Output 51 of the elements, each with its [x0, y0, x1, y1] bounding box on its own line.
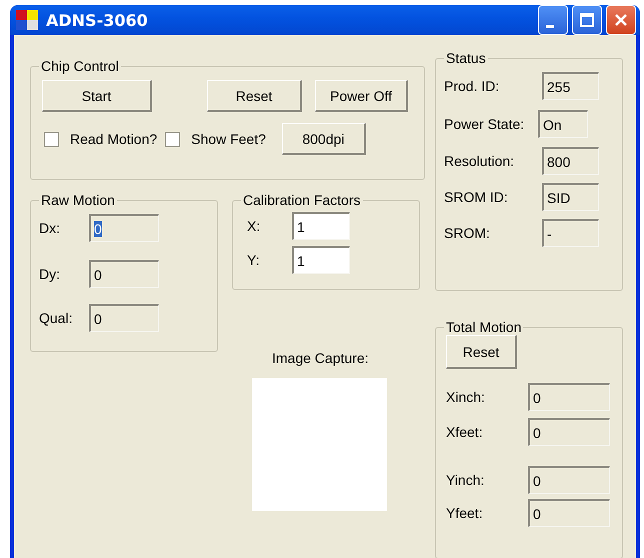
field-label: X: — [247, 218, 262, 234]
reset-button[interactable]: Reset — [446, 335, 517, 369]
minimize-icon — [546, 24, 554, 28]
field-label: Xfeet: — [446, 424, 484, 440]
text-field[interactable]: 0 — [89, 260, 159, 288]
image-capture-label: Image Capture: — [272, 350, 368, 366]
field-label: Dx: — [39, 220, 61, 236]
field-label: Prod. ID: — [444, 78, 500, 94]
close-button[interactable] — [606, 5, 636, 35]
group-title: Chip Control — [40, 58, 120, 74]
text-field[interactable]: 0 — [89, 214, 159, 242]
text-field[interactable]: 0 — [528, 466, 610, 494]
push-button[interactable]: Power Off — [315, 80, 408, 112]
group-title: Total Motion — [445, 319, 522, 335]
text-field[interactable]: 0 — [89, 304, 159, 332]
field-label: Dy: — [39, 266, 61, 282]
field-label: Power State: — [444, 116, 526, 132]
text-field[interactable]: 1 — [292, 246, 350, 274]
text-field[interactable]: On — [538, 110, 588, 138]
field-label: Xinch: — [446, 389, 486, 405]
text-field[interactable]: - — [542, 219, 599, 247]
push-button[interactable]: Start — [42, 80, 152, 112]
field-label: Yfeet: — [446, 505, 484, 521]
push-button[interactable]: Reset — [207, 80, 302, 112]
text-field[interactable]: 800 — [542, 147, 599, 175]
field-label: Resolution: — [444, 153, 516, 169]
text-field[interactable]: SID — [542, 183, 599, 211]
field-label: Y: — [247, 252, 260, 268]
text-field[interactable]: 0 — [528, 499, 610, 527]
group-title: Calibration Factors — [242, 192, 362, 208]
push-button[interactable]: 800dpi — [282, 123, 366, 155]
window-title: ADNS-3060 — [46, 10, 149, 30]
checkbox-label: Read Motion? — [70, 131, 158, 147]
text-field[interactable]: 255 — [542, 72, 599, 100]
checkbox-label: Show Feet? — [191, 131, 266, 147]
checkbox[interactable] — [165, 132, 180, 146]
field-label: SROM: — [444, 225, 491, 241]
field-label: Yinch: — [446, 472, 486, 488]
minimize-button[interactable] — [538, 5, 568, 35]
field-label: Qual: — [39, 310, 74, 326]
maximize-icon — [579, 12, 595, 28]
field-label: SROM ID: — [444, 189, 509, 205]
text-field[interactable]: 1 — [292, 212, 350, 240]
text-field[interactable]: 0 — [528, 418, 610, 446]
checkbox[interactable] — [44, 132, 59, 146]
close-icon — [613, 12, 629, 28]
text-field[interactable]: 0 — [528, 383, 610, 411]
group-title: Status — [445, 50, 487, 66]
app-icon — [16, 10, 38, 30]
group-title: Raw Motion — [40, 192, 116, 208]
maximize-button[interactable] — [572, 5, 602, 35]
